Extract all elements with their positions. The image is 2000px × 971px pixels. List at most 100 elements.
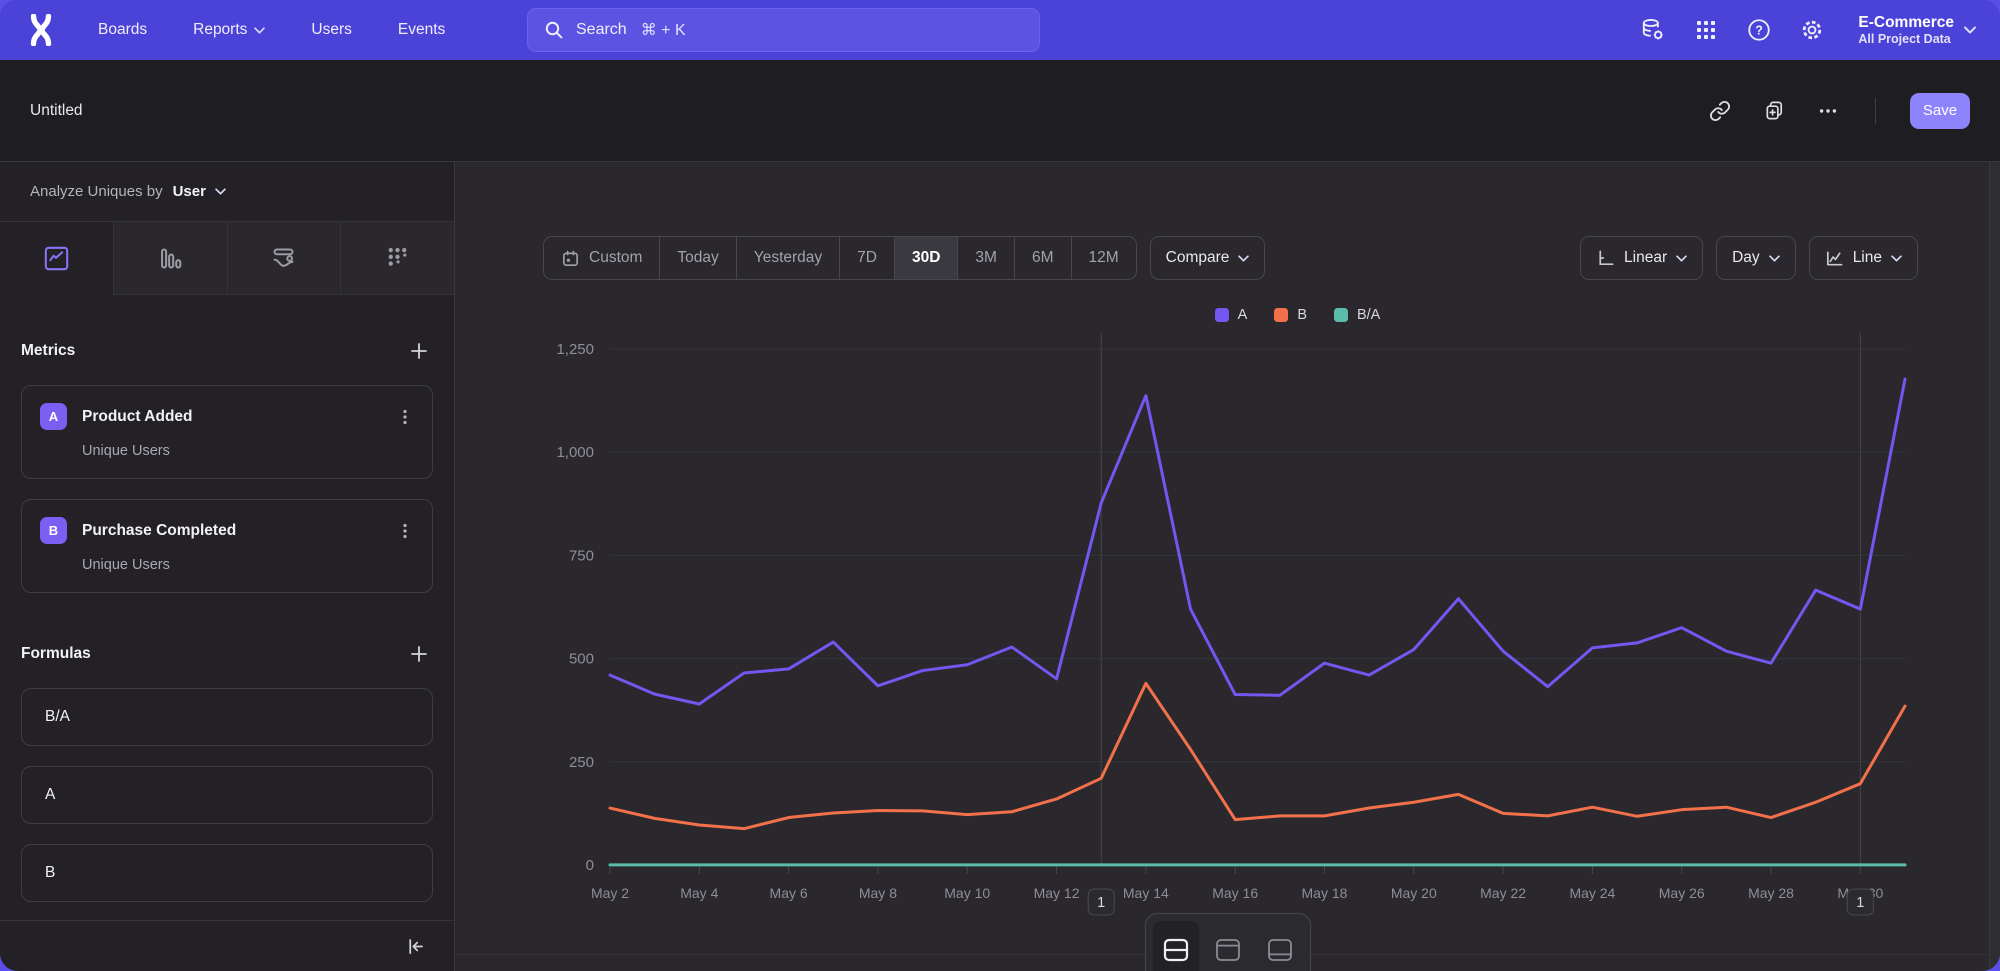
series-line-a[interactable]: [610, 379, 1905, 704]
compare-label: Compare: [1166, 249, 1230, 267]
chart-controls: CustomTodayYesterday 7D 30D3M6M 12M Compare…: [543, 236, 1918, 280]
y-axis-label: 0: [586, 857, 594, 874]
sidebar-footer: [0, 920, 454, 971]
project-name: E-Commerce: [1858, 13, 1954, 32]
copy-link-icon[interactable]: [1707, 98, 1733, 124]
mixpanel-logo[interactable]: [24, 13, 58, 47]
apps-grid-icon[interactable]: [1693, 17, 1719, 43]
x-axis-label: May 28: [1748, 885, 1794, 901]
search-placeholder: Search: [576, 21, 627, 39]
layout-split-icon: [1162, 937, 1190, 963]
help-icon[interactable]: ?: [1746, 17, 1772, 43]
metric-name: Product Added: [82, 408, 193, 426]
formula-card[interactable]: B/A: [21, 688, 433, 746]
chevron-down-icon: [254, 27, 265, 34]
metric-menu-icon[interactable]: [396, 522, 414, 540]
range-today[interactable]: Today: [660, 237, 736, 279]
x-axis-label: May 18: [1302, 885, 1348, 901]
layout-split-button[interactable]: [1153, 921, 1199, 971]
tab-flow-chart[interactable]: [228, 222, 342, 295]
report-title[interactable]: Untitled: [30, 102, 83, 120]
duplicate-icon[interactable]: [1761, 98, 1787, 124]
x-axis-label: May 4: [680, 885, 718, 901]
add-metric-button[interactable]: [405, 337, 433, 365]
data-management-icon[interactable]: [1640, 17, 1666, 43]
legend-label: A: [1238, 307, 1248, 323]
chevron-down-icon: [1964, 26, 1976, 34]
range-12m[interactable]: 12M: [1072, 237, 1136, 279]
scale-button[interactable]: Linear: [1580, 236, 1703, 280]
metric-subtitle: Unique Users: [82, 557, 414, 573]
metric-card[interactable]: BPurchase CompletedUnique Users: [21, 499, 433, 593]
y-axis-label: 500: [569, 651, 594, 668]
layout-bottom-button[interactable]: [1257, 921, 1303, 971]
report-header: Untitled Save: [0, 60, 2000, 162]
tab-scatter-chart[interactable]: [341, 222, 454, 295]
legend-item-b[interactable]: B: [1274, 307, 1307, 323]
range-3m[interactable]: 3M: [958, 237, 1015, 279]
collapse-sidebar-icon[interactable]: [405, 936, 426, 957]
tab-bar-chart[interactable]: [114, 222, 228, 295]
project-switcher[interactable]: E-Commerce All Project Data: [1858, 13, 1976, 48]
save-button[interactable]: Save: [1910, 93, 1970, 129]
range-7d[interactable]: 7D: [840, 237, 895, 279]
chart-type-button[interactable]: Line: [1809, 236, 1918, 280]
search-shortcut: ⌘ + K: [641, 20, 686, 40]
metric-menu-icon[interactable]: [396, 408, 414, 426]
formula-card[interactable]: A: [21, 766, 433, 824]
scatter-chart-tab-icon: [384, 245, 411, 272]
range-30d[interactable]: 30D: [895, 237, 958, 279]
analyze-label: Analyze Uniques by: [30, 183, 163, 200]
granularity-button[interactable]: Day: [1716, 236, 1796, 280]
compare-button[interactable]: Compare: [1150, 236, 1266, 280]
formula-card[interactable]: B: [21, 844, 433, 902]
legend-item-a[interactable]: A: [1215, 307, 1248, 323]
nav-link-label: Events: [398, 21, 445, 39]
more-options-icon[interactable]: [1815, 98, 1841, 124]
nav-link-events[interactable]: Events: [398, 21, 445, 39]
layout-top-icon: [1214, 937, 1242, 963]
legend-swatch: [1215, 308, 1229, 322]
chart-legend: A B B/A: [455, 307, 2000, 323]
series-line-b[interactable]: [610, 683, 1905, 828]
tab-line-chart[interactable]: [0, 222, 114, 295]
layout-bottom-icon: [1266, 937, 1294, 963]
nav-link-label: Reports: [193, 21, 247, 39]
nav-link-boards[interactable]: Boards: [98, 21, 147, 39]
search-input[interactable]: Search ⌘ + K: [527, 8, 1040, 52]
scrollbar-track[interactable]: [1989, 162, 2000, 971]
chart-type-tabs: [0, 222, 454, 295]
project-subtitle: All Project Data: [1858, 32, 1954, 48]
range-label: 7D: [857, 249, 877, 267]
x-axis-label: May 12: [1034, 885, 1080, 901]
chart-area: 02505007501,0001,250May 2May 4May 6May 8…: [470, 333, 2000, 953]
calendar-icon: [561, 249, 580, 268]
chart-panel: CustomTodayYesterday 7D 30D3M6M 12M Compare…: [455, 162, 2000, 971]
legend-item-b-a[interactable]: B/A: [1334, 307, 1380, 323]
metric-card-list: AProduct AddedUnique UsersBPurchase Comp…: [21, 385, 433, 593]
legend-label: B/A: [1357, 307, 1380, 323]
range-yesterday[interactable]: Yesterday: [737, 237, 840, 279]
line-chart[interactable]: 02505007501,0001,250May 2May 4May 6May 8…: [470, 333, 1930, 953]
x-axis-label: May 14: [1123, 885, 1169, 901]
sidebar-scroll-area: Metrics AProduct AddedUnique UsersBPurch…: [0, 295, 454, 920]
nav-link-users[interactable]: Users: [311, 21, 351, 39]
nav-link-reports[interactable]: Reports: [193, 21, 265, 39]
scale-label: Linear: [1624, 249, 1667, 267]
top-nav: Boards Reports Users Events Search ⌘ + K: [0, 0, 2000, 60]
range-label: 12M: [1089, 249, 1119, 267]
header-divider: [1875, 98, 1876, 124]
settings-gear-icon[interactable]: [1799, 17, 1825, 43]
layout-toggle-group: [1145, 913, 1311, 971]
add-formula-button[interactable]: [405, 640, 433, 668]
analyze-value-dropdown[interactable]: User: [173, 183, 206, 200]
layout-top-button[interactable]: [1205, 921, 1251, 971]
line-chart-tab-icon: [43, 245, 70, 272]
y-axis-label: 1,250: [556, 341, 594, 358]
svg-text:?: ?: [1756, 24, 1764, 38]
range-custom[interactable]: Custom: [544, 237, 660, 279]
metric-subtitle: Unique Users: [82, 443, 414, 459]
range-6m[interactable]: 6M: [1015, 237, 1072, 279]
metric-card[interactable]: AProduct AddedUnique Users: [21, 385, 433, 479]
content-area: Analyze Uniques by User: [0, 162, 2000, 971]
